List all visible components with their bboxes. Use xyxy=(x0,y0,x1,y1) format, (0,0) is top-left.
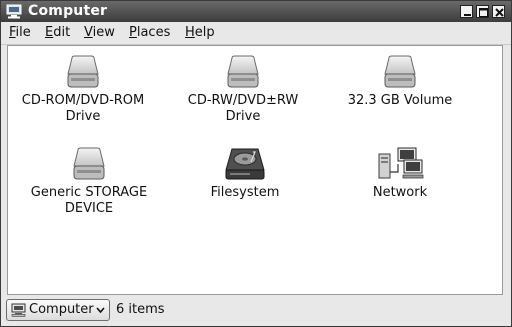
item-cdrom-dvdrom-drive[interactable]: CD-ROM/DVD-ROM Drive xyxy=(18,54,148,125)
close-icon xyxy=(495,8,504,17)
menu-view-label: iew xyxy=(92,25,115,40)
menu-places-mnemonic: P xyxy=(129,25,137,40)
location-label: Computer xyxy=(29,302,94,317)
menu-view[interactable]: View xyxy=(84,25,115,40)
minimize-icon xyxy=(464,14,471,16)
item-label: Filesystem xyxy=(210,185,280,200)
menu-places[interactable]: Places xyxy=(129,25,170,40)
item-volume[interactable]: 32.3 GB Volume xyxy=(335,54,465,109)
item-network[interactable]: Network xyxy=(335,146,465,201)
menu-help-mnemonic: H xyxy=(185,25,195,40)
window-title: Computer xyxy=(28,3,108,19)
menu-help[interactable]: Help xyxy=(185,25,215,40)
item-label: CD-RW/DVD±RW Drive xyxy=(187,93,299,124)
maximize-icon xyxy=(479,8,488,17)
item-label: Generic STORAGE DEVICE xyxy=(30,185,148,216)
title-bar[interactable]: Computer xyxy=(1,1,511,22)
item-label: Network xyxy=(372,185,428,200)
item-filesystem[interactable]: Filesystem xyxy=(180,146,310,201)
menu-help-label: elp xyxy=(194,25,215,40)
computer-icon xyxy=(11,303,26,317)
item-label: 32.3 GB Volume xyxy=(347,93,453,108)
menu-edit-mnemonic: E xyxy=(45,25,54,40)
drive-icon xyxy=(73,147,105,180)
icon-view[interactable]: CD-ROM/DVD-ROMDrive CD-RW/DVD±RWDrive xyxy=(7,45,503,295)
item-cdrw-dvdrw-drive[interactable]: CD-RW/DVD±RW Drive xyxy=(178,54,308,125)
minimize-button[interactable] xyxy=(460,5,473,18)
network-icon xyxy=(378,147,424,179)
item-generic-storage-device[interactable]: Generic STORAGE DEVICE xyxy=(24,146,154,217)
close-button[interactable] xyxy=(492,5,505,18)
status-bar: Computer 6 items xyxy=(1,295,511,326)
menu-places-label: laces xyxy=(136,25,171,40)
item-count: 6 items xyxy=(116,302,165,317)
chevron-down-icon xyxy=(96,307,105,314)
menu-edit-label: dit xyxy=(53,25,71,40)
item-label: CD-ROM/DVD-ROM Drive xyxy=(21,93,145,124)
menu-edit[interactable]: Edit xyxy=(45,25,70,40)
menu-file[interactable]: File xyxy=(9,25,31,40)
computer-window: Computer File Edit View Places Help CD-R… xyxy=(0,0,512,327)
harddisk-icon xyxy=(225,148,265,180)
optical-drive-icon xyxy=(67,55,99,88)
maximize-button[interactable] xyxy=(476,5,489,18)
menu-file-label: ile xyxy=(15,25,31,40)
drive-icon xyxy=(384,55,416,88)
optical-drive-icon xyxy=(227,55,259,88)
computer-icon xyxy=(6,4,22,19)
menu-bar: File Edit View Places Help xyxy=(1,22,511,45)
menu-view-mnemonic: V xyxy=(84,25,93,40)
location-combo[interactable]: Computer xyxy=(6,299,110,321)
